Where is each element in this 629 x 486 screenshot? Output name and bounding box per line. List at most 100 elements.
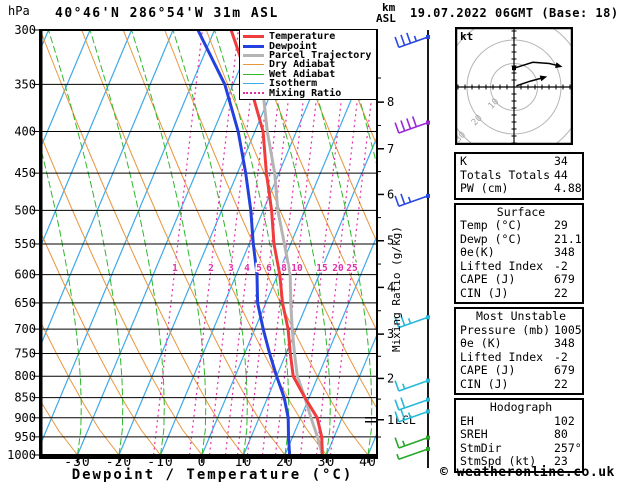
svg-text:600: 600 bbox=[14, 268, 36, 282]
legend-swatch bbox=[243, 44, 264, 48]
hodograph-trace-upper bbox=[513, 61, 559, 69]
stats-label: PW (cm) bbox=[460, 182, 509, 195]
stats-value: 679 bbox=[554, 363, 575, 377]
svg-text:700: 700 bbox=[14, 322, 36, 336]
stats-panel-most-unstable: Most Unstable Pressure (mb) 1005 θe (K) 348 L… bbox=[454, 307, 584, 395]
stats-value: 80 bbox=[554, 427, 568, 441]
stats-value: 22 bbox=[554, 376, 568, 391]
svg-text:450: 450 bbox=[14, 166, 36, 180]
stats-value: 1005 bbox=[554, 322, 582, 337]
stats-label: Dewp (°C) bbox=[460, 232, 523, 246]
wind-barb bbox=[394, 397, 430, 411]
svg-text:2: 2 bbox=[387, 371, 394, 385]
stats-panel-indices: K 34 Totals Totals 44 PW (cm) 4.88 bbox=[454, 152, 584, 200]
stats-label: Pressure (mb) bbox=[460, 323, 551, 337]
mixing-ratio-axis-label: Mixing Ratio (g/kg) bbox=[390, 226, 403, 352]
svg-text:10: 10 bbox=[291, 263, 303, 274]
wind-barb bbox=[394, 32, 430, 49]
stats-value: 257° bbox=[554, 440, 582, 455]
stats-label: CIN (J) bbox=[460, 377, 509, 391]
stats-row: Dewp (°C) 21.1 bbox=[460, 231, 582, 247]
svg-text:20: 20 bbox=[332, 263, 344, 274]
wind-barb bbox=[394, 116, 430, 134]
stats-row: Lifted Index -2 bbox=[460, 349, 582, 365]
stats-row: θe (K) 348 bbox=[460, 336, 582, 351]
stats-panel-hodograph: Hodograph EH 102 SREH 80 StmDir 257° StmSpd (kt… bbox=[454, 398, 584, 473]
legend-label: Temperature bbox=[269, 31, 336, 43]
legend-item: Isotherm bbox=[243, 79, 376, 89]
stats-row: EH 102 bbox=[460, 413, 582, 429]
svg-text:25: 25 bbox=[346, 263, 358, 274]
stats-label: Lifted Index bbox=[460, 350, 544, 364]
xaxis-label: Dewpoint / Temperature (°C) bbox=[71, 467, 354, 483]
stats-label: StmDir bbox=[460, 441, 502, 455]
stats-panels: K 34 Totals Totals 44 PW (cm) 4.88 Surface Temp… bbox=[454, 152, 584, 476]
stats-label: EH bbox=[460, 414, 474, 428]
stats-label: CAPE (J) bbox=[460, 273, 516, 286]
hodograph-trace-lower bbox=[516, 76, 544, 87]
svg-text:900: 900 bbox=[14, 411, 36, 425]
stats-value: 348 bbox=[554, 336, 575, 350]
stats-value: -2 bbox=[554, 349, 568, 364]
legend-swatch bbox=[243, 53, 264, 57]
svg-text:1000: 1000 bbox=[7, 448, 36, 462]
stats-row: SREH 80 bbox=[460, 427, 582, 442]
stats-row: PW (cm) 4.88 bbox=[460, 181, 582, 196]
svg-text:6: 6 bbox=[266, 263, 272, 274]
svg-text:350: 350 bbox=[14, 77, 36, 91]
svg-text:7: 7 bbox=[387, 142, 394, 156]
wind-barb bbox=[396, 446, 430, 461]
stats-value: 4.88 bbox=[554, 181, 582, 195]
pressure-tick-labels: 300 350 400 450 500 550 600 650 700 750 800 850 900 9… bbox=[7, 23, 36, 462]
stats-label: K bbox=[460, 155, 467, 168]
stats-value: 102 bbox=[554, 413, 575, 428]
legend-swatch bbox=[243, 64, 264, 66]
stats-row: θe(K) 348 bbox=[460, 245, 582, 260]
stats-label: Lifted Index bbox=[460, 259, 544, 273]
svg-text:550: 550 bbox=[14, 237, 36, 251]
legend-label: Dry Adiabat bbox=[269, 59, 336, 71]
stats-value: 348 bbox=[554, 245, 575, 259]
stats-label: SREH bbox=[460, 428, 488, 441]
stats-value: 34 bbox=[554, 154, 568, 168]
stats-label: Temp (°C) bbox=[460, 219, 523, 232]
legend-item: Temperature bbox=[243, 31, 376, 43]
svg-text:20: 20 bbox=[470, 113, 485, 128]
stats-row: Lifted Index -2 bbox=[460, 258, 582, 274]
svg-text:1: 1 bbox=[172, 263, 178, 274]
stats-value: 679 bbox=[554, 272, 575, 286]
stats-value: -2 bbox=[554, 258, 568, 273]
legend-item: Mixing Ratio bbox=[243, 88, 376, 98]
legend-swatch bbox=[243, 73, 264, 75]
svg-text:750: 750 bbox=[14, 346, 36, 360]
legend-swatch bbox=[243, 92, 264, 95]
stats-label: CIN (J) bbox=[460, 286, 509, 300]
stats-row: CIN (J) 22 bbox=[460, 285, 582, 301]
svg-text:6: 6 bbox=[387, 187, 394, 201]
stats-row: K 34 bbox=[460, 154, 582, 169]
svg-text:300: 300 bbox=[14, 23, 36, 37]
wind-barb bbox=[394, 378, 430, 392]
stats-value: 29 bbox=[554, 218, 568, 232]
stats-row: Pressure (mb) 1005 bbox=[460, 322, 582, 338]
stats-value: 22 bbox=[554, 285, 568, 300]
chart-legend: Temperature Dewpoint Parcel Trajectory Dry … bbox=[239, 29, 377, 100]
stats-row: Totals Totals 44 bbox=[460, 168, 582, 183]
svg-text:2: 2 bbox=[208, 263, 214, 274]
wind-barb bbox=[394, 435, 430, 449]
hodograph-unit: kt bbox=[460, 30, 474, 43]
stats-row: CAPE (J) 679 bbox=[460, 363, 582, 378]
stats-row: StmDir 257° bbox=[460, 440, 582, 456]
hodograph-canvas: 102030 bbox=[454, 26, 574, 146]
copyright: © weatheronline.co.uk bbox=[440, 465, 615, 480]
stats-label: CAPE (J) bbox=[460, 364, 516, 377]
stats-row: CIN (J) 22 bbox=[460, 376, 582, 392]
svg-text:4: 4 bbox=[244, 263, 250, 274]
stats-row: CAPE (J) 679 bbox=[460, 272, 582, 287]
stats-row: Temp (°C) 29 bbox=[460, 218, 582, 233]
stats-label: θe(K) bbox=[460, 246, 495, 259]
svg-text:850: 850 bbox=[14, 391, 36, 405]
wind-barb bbox=[394, 193, 430, 208]
stats-value: 21.1 bbox=[554, 231, 582, 246]
legend-swatch bbox=[243, 35, 264, 39]
